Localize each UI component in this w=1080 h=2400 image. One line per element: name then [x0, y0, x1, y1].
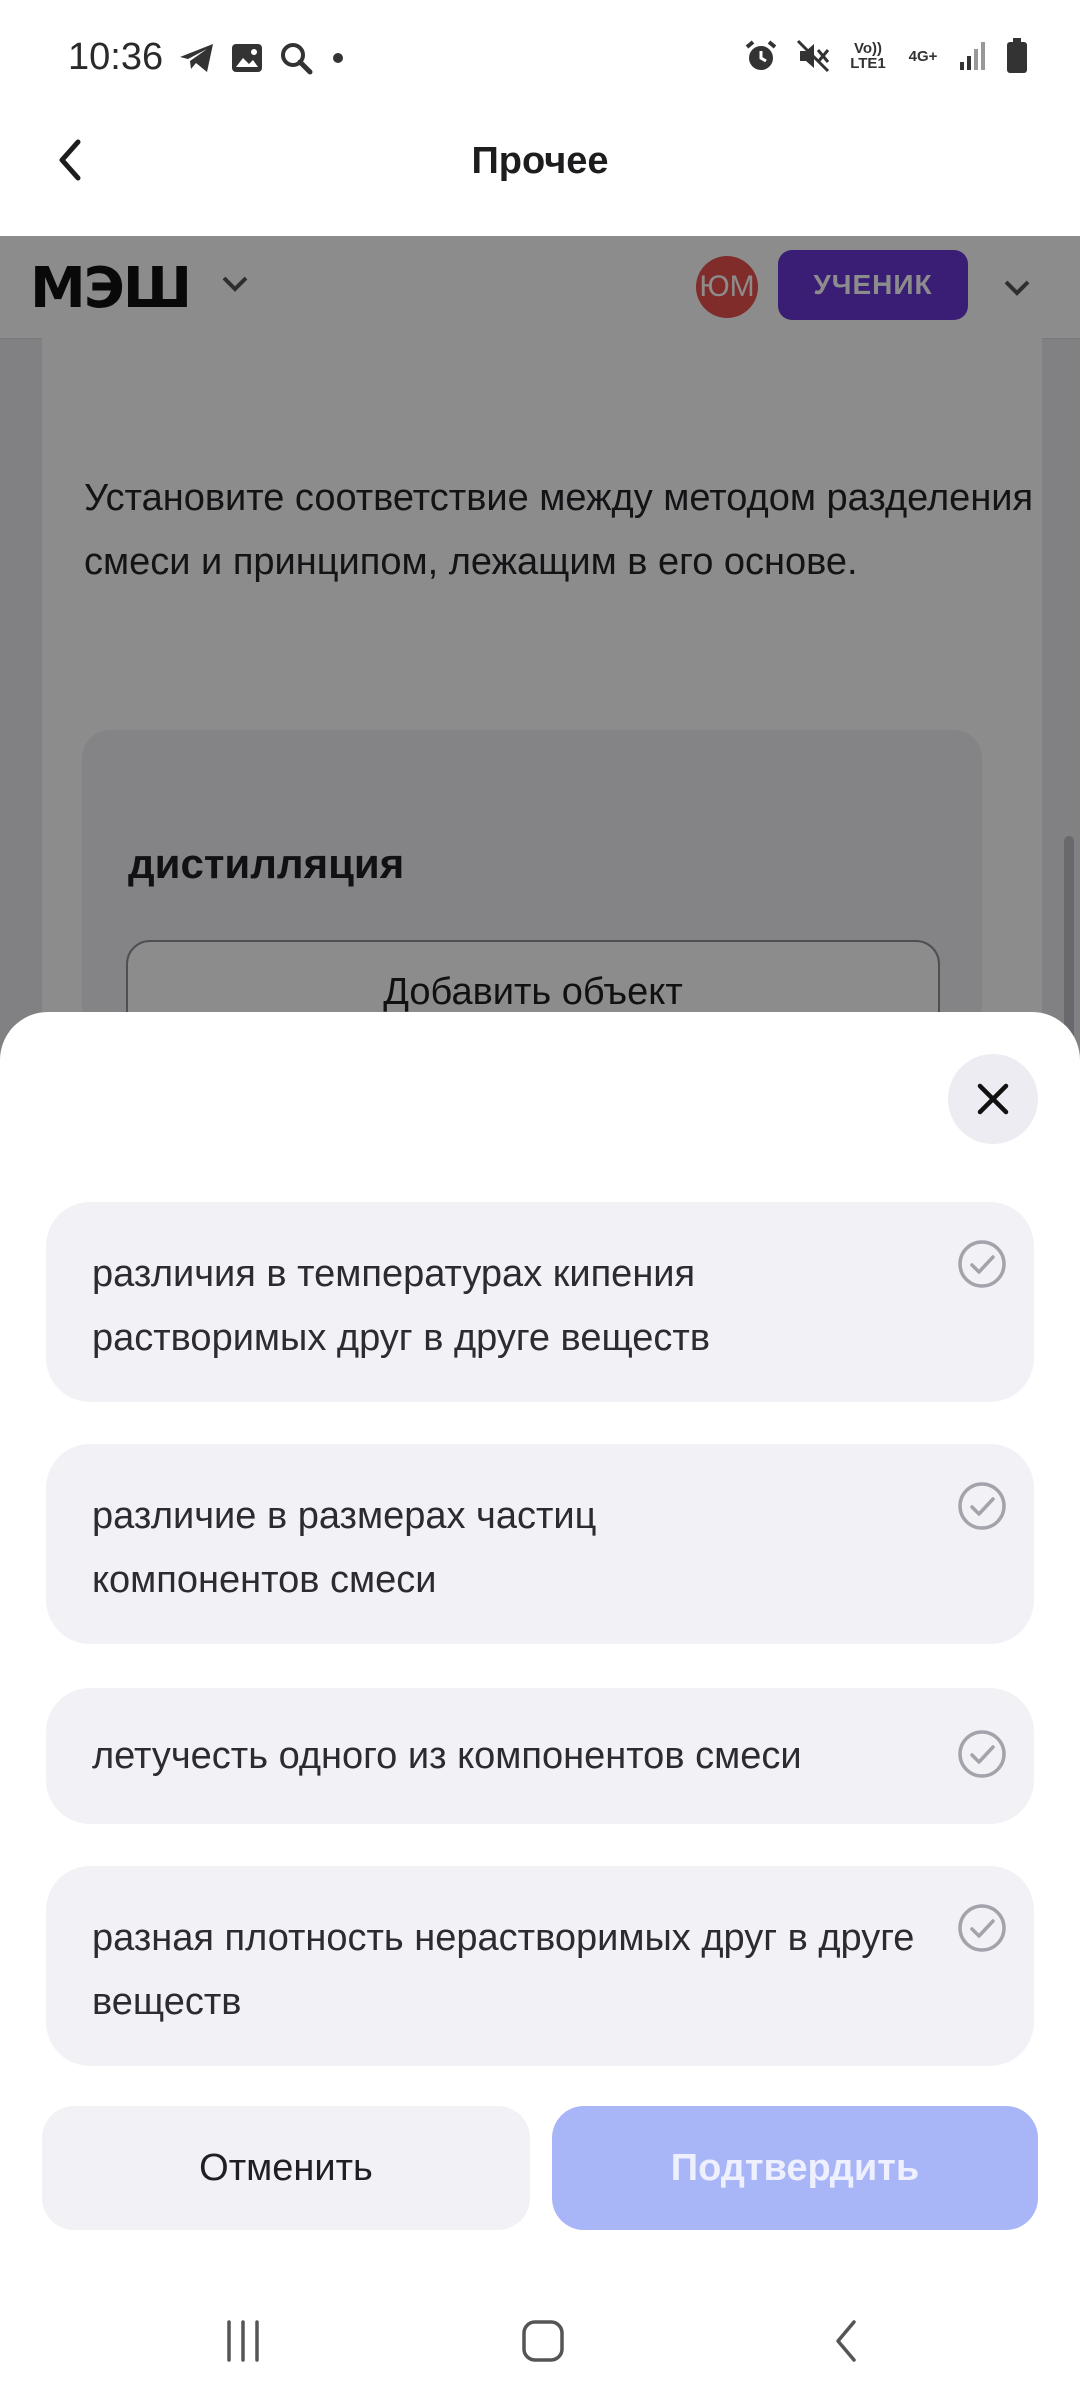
option-item[interactable]: различия в температурах кипения раствори… [46, 1202, 1034, 1402]
search-icon [281, 43, 313, 75]
option-text: различие в размерах частиц компонентов с… [92, 1495, 597, 1601]
recent-apps-icon[interactable] [220, 2318, 266, 2364]
check-circle-icon [958, 1240, 1006, 1288]
option-text: разная плотность нерастворимых друг в др… [92, 1917, 915, 2023]
gallery-icon [232, 44, 262, 72]
check-circle-icon [958, 1482, 1006, 1530]
option-item[interactable]: летучесть одного из компонентов смеси [46, 1688, 1034, 1824]
volte-indicator: Vo)) LTE1 [850, 40, 886, 72]
battery-icon [1007, 38, 1027, 73]
close-button[interactable] [948, 1054, 1038, 1144]
alarm-icon [745, 40, 777, 70]
home-icon[interactable] [520, 2318, 566, 2364]
close-icon [977, 1083, 1009, 1115]
option-item[interactable]: различие в размерах частиц компонентов с… [46, 1444, 1034, 1644]
check-circle-icon [958, 1904, 1006, 1952]
telegram-icon [180, 44, 213, 72]
check-circle-icon [958, 1730, 1006, 1778]
back-icon[interactable] [824, 2318, 870, 2364]
status-time: 10:36 [68, 36, 164, 78]
cancel-button[interactable]: Отменить [42, 2106, 530, 2230]
option-item[interactable]: разная плотность нерастворимых друг в др… [46, 1866, 1034, 2066]
system-nav-bar [0, 2280, 1080, 2400]
option-text: летучесть одного из компонентов смеси [92, 1735, 802, 1777]
confirm-button[interactable]: Подтвердить [552, 2106, 1038, 2230]
signal-icon [960, 42, 985, 70]
status-right-icons: Vo)) LTE1 4G+ [744, 38, 1028, 74]
dot-icon [333, 53, 343, 63]
network-type: 4G+ [908, 47, 938, 65]
mute-icon [796, 39, 830, 73]
option-text: различия в температурах кипения раствори… [92, 1253, 711, 1359]
page-title: Прочее [471, 140, 609, 182]
status-left-icons [178, 40, 348, 76]
